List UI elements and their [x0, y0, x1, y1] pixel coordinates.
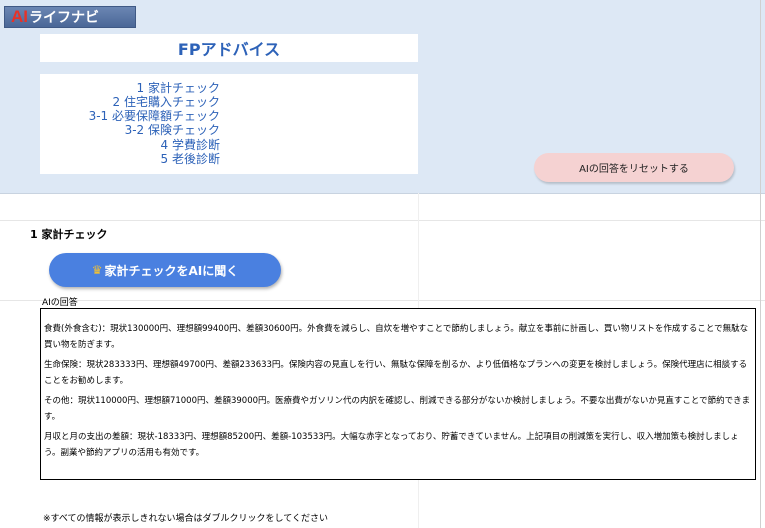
menu-item-tuition[interactable]: 4 学費診断 — [40, 138, 220, 152]
answer-paragraph: その他：現状110000円、理想額71000円、差額39000円。医療費やガソリ… — [44, 396, 751, 422]
ai-answer-box[interactable]: 食費(外食含む)：現状130000円、理想額99400円、差額30600円。外食… — [40, 308, 756, 480]
section-menu: 1 家計チェック 2 住宅購入チェック 3-1 必要保障額チェック 3-2 保険… — [40, 74, 418, 174]
section-header: 1 家計チェック — [0, 224, 418, 242]
logo-ai-text: AI — [11, 7, 28, 26]
page-title: FPアドバイス — [177, 40, 281, 59]
sheet-gridline — [0, 300, 765, 301]
page-title-box: FPアドバイス — [40, 34, 418, 62]
answer-paragraph: 生命保険：現状283333円、理想額49700円、差額233633円。保険内容の… — [44, 360, 748, 386]
menu-item-retirement[interactable]: 5 老後診断 — [40, 152, 220, 166]
ask-ai-button-label: 家計チェックをAIに聞く — [104, 263, 239, 278]
ask-ai-household-button[interactable]: ♛ 家計チェックをAIに聞く — [49, 253, 281, 287]
app-logo: AI ライフナビ — [4, 6, 136, 28]
answer-paragraph: 月収と月の支出の差額：現状-18333円、理想額85200円、差額-103533… — [44, 432, 739, 458]
answer-label: AIの回答 — [42, 298, 78, 308]
menu-item-required-coverage[interactable]: 3-1 必要保障額チェック — [40, 109, 220, 123]
sheet-edge — [760, 0, 761, 528]
sheet-gridline — [0, 220, 765, 221]
footer-note: ※すべての情報が表示しきれない場合はダブルクリックをしてください — [43, 514, 329, 524]
section-title: 1 家計チェック — [30, 228, 108, 241]
menu-item-insurance-check[interactable]: 3-2 保険チェック — [40, 123, 220, 137]
crown-icon: ♛ — [91, 263, 103, 277]
logo-name-text: ライフナビ — [29, 10, 99, 26]
reset-ai-answer-button[interactable]: AIの回答をリセットする — [534, 153, 734, 182]
menu-item-household-check[interactable]: 1 家計チェック — [40, 81, 220, 95]
menu-item-housing-purchase[interactable]: 2 住宅購入チェック — [40, 95, 220, 109]
answer-paragraph: 食費(外食含む)：現状130000円、理想額99400円、差額30600円。外食… — [44, 324, 749, 350]
